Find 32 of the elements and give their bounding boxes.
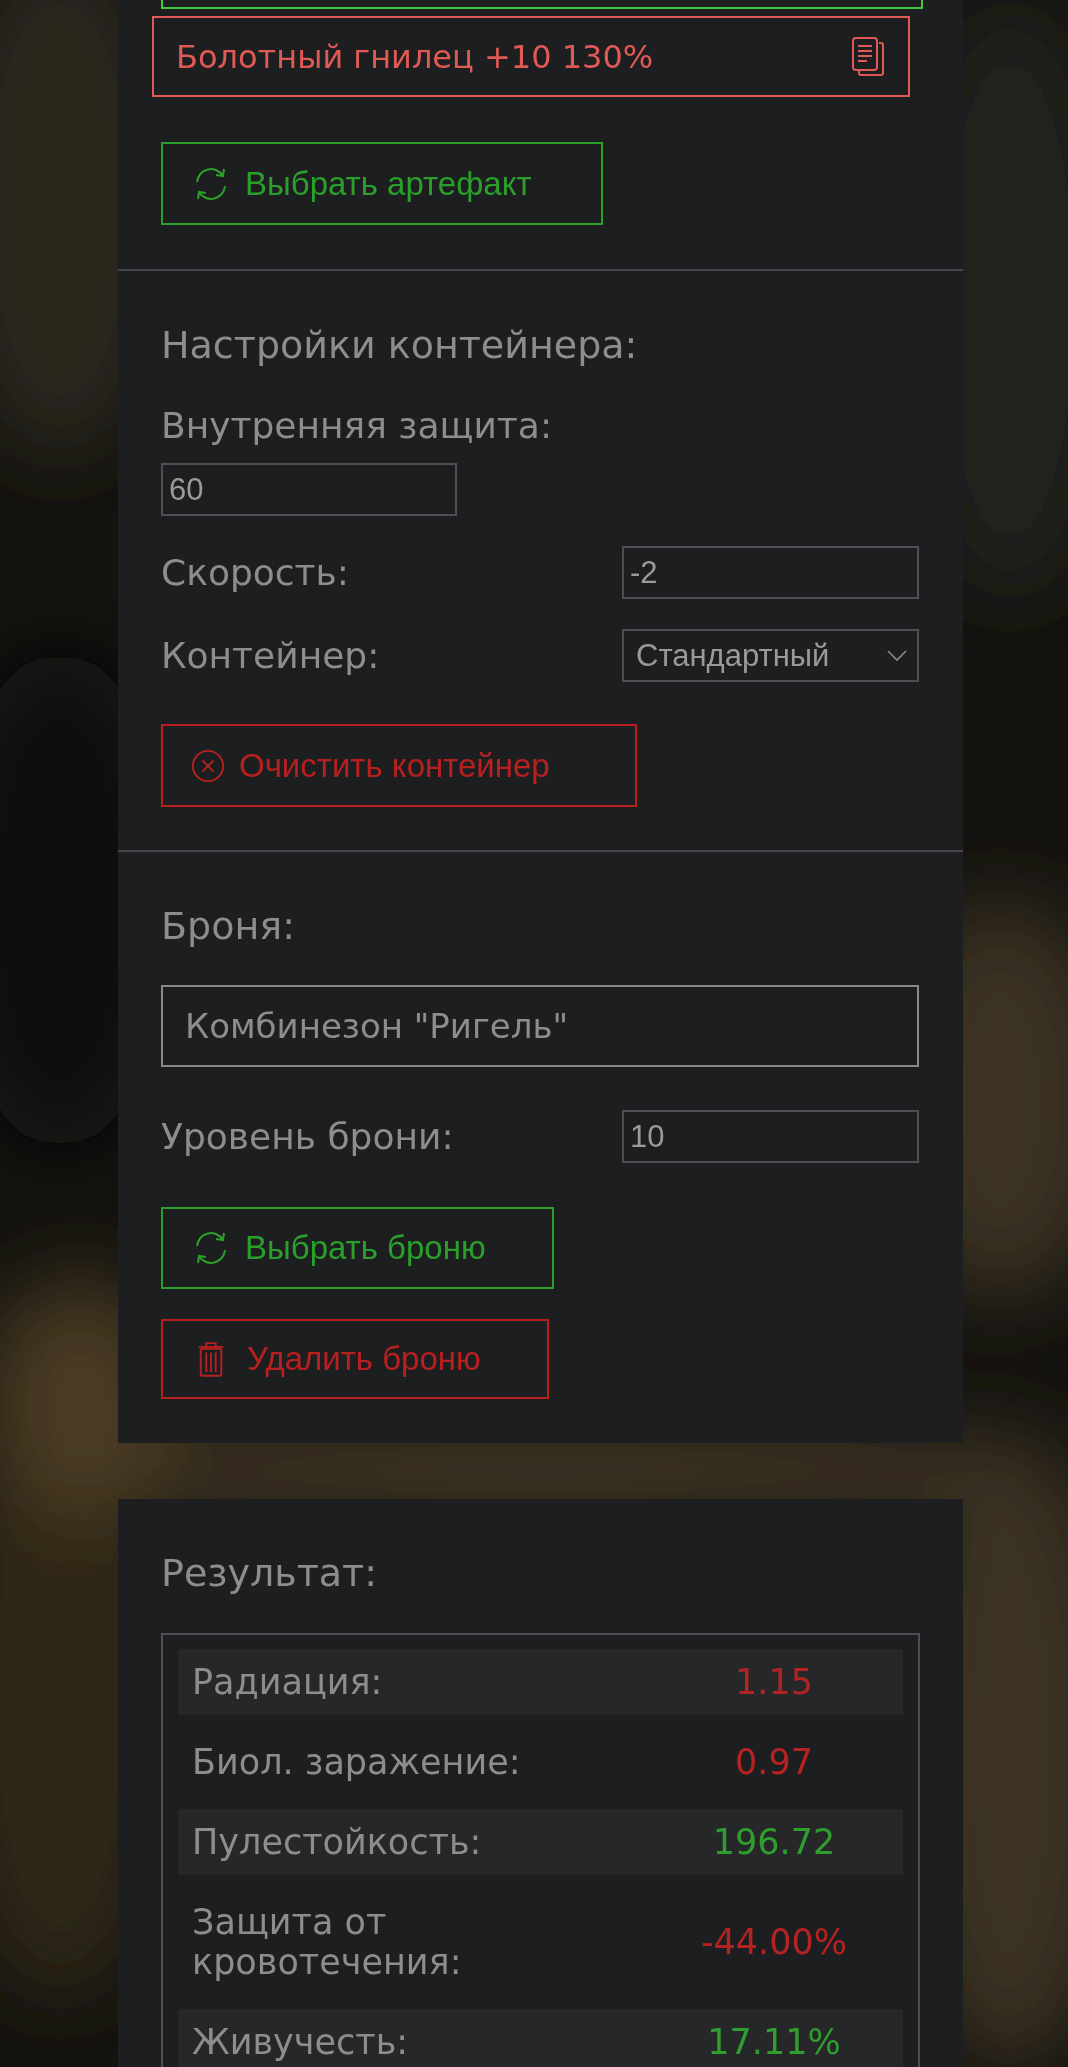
field-label: Скорость: — [161, 550, 349, 595]
stat-value: 1.15 — [734, 1662, 814, 1702]
stat-value: 0.97 — [734, 1742, 814, 1782]
delete-armor-button[interactable]: Удалить броню — [161, 1319, 549, 1399]
artifact-item[interactable]: Болотный гнилец +10 130% — [152, 16, 910, 97]
stat-value: 196.72 — [711, 1822, 837, 1862]
chevron-icon — [887, 649, 907, 662]
section-title: Настройки контейнера: — [161, 322, 638, 369]
field-label: Внутренняя защита: — [161, 404, 552, 448]
stat-value: 17.11% — [706, 2022, 842, 2062]
section-title: Результат: — [161, 1550, 379, 1597]
artifact-name: Болотный гнилец +10 130% — [176, 37, 654, 76]
clear-container-button[interactable]: Очистить контейнер — [161, 724, 637, 807]
stat-label: Живучесть: — [191, 2022, 410, 2062]
field-label: Уровень брони: — [161, 1114, 454, 1159]
documents-icon[interactable] — [852, 36, 884, 77]
armor-field[interactable]: Комбинезон "Ригель" — [161, 985, 919, 1067]
trash-icon — [197, 1340, 225, 1378]
stat-label: Защита от кровотечения: — [191, 1902, 463, 1982]
select-artifact-button[interactable]: Выбрать артефакт — [161, 142, 603, 225]
stat-value: -44.00% — [699, 1922, 849, 1962]
close-circle-icon — [191, 748, 225, 783]
section-title: Броня: — [161, 903, 295, 950]
input-field[interactable]: 10 — [622, 1110, 919, 1163]
stat-label: Пулестойкость: — [191, 1822, 483, 1862]
input-field[interactable]: -2 — [622, 546, 919, 599]
select-armor-button[interactable]: Выбрать броню — [161, 1207, 554, 1289]
input-field[interactable]: 60 — [161, 463, 457, 516]
stat-label: Биол. заражение: — [191, 1742, 522, 1782]
field-label: Контейнер: — [161, 633, 380, 678]
stat-label: Радиация: — [191, 1662, 384, 1702]
container-dropdown[interactable]: Стандартный — [622, 629, 919, 682]
